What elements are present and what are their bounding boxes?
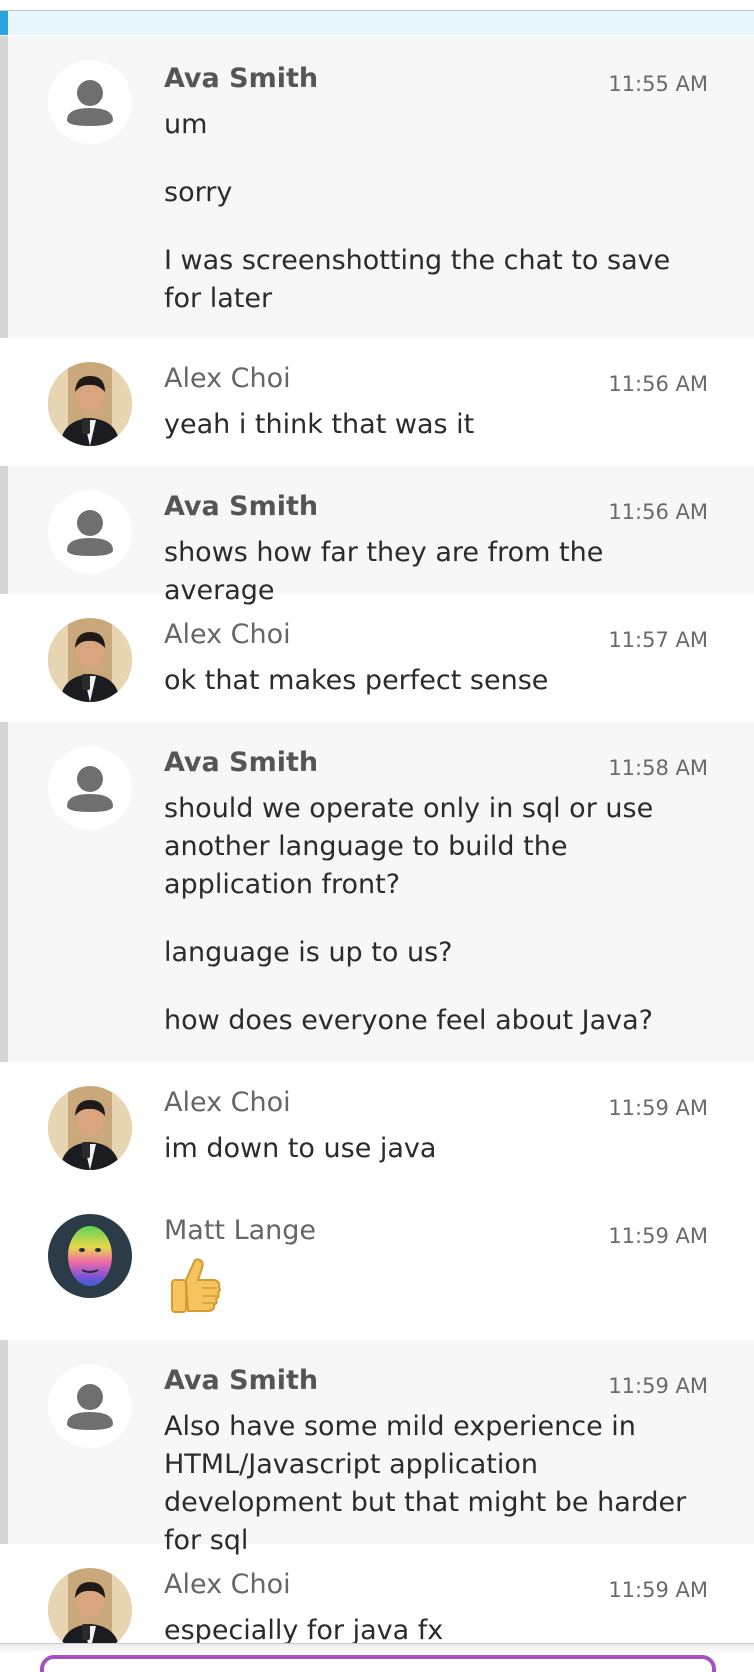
- message-ava-1[interactable]: Ava Smith 11:55 AM um sorry I was screen…: [0, 36, 754, 338]
- message-matt-1[interactable]: Matt Lange 11:59 AM: [0, 1190, 754, 1340]
- message-text: um: [164, 109, 208, 140]
- message-alex-4[interactable]: Alex Choi 11:59 AM especially for java f…: [0, 1544, 754, 1644]
- avatar[interactable]: [48, 1364, 132, 1448]
- alex-avatar-photo: [48, 1568, 132, 1644]
- thumbs-up-icon: [171, 1258, 221, 1313]
- alex-avatar-photo: [48, 618, 132, 702]
- avatar[interactable]: [48, 1568, 132, 1644]
- avatar[interactable]: [48, 618, 132, 702]
- message-text: should we operate only in sql or use ano…: [164, 793, 654, 900]
- message-text: im down to use java: [164, 1133, 437, 1164]
- message-text: language is up to us?: [164, 937, 453, 968]
- sender-name[interactable]: Ava Smith: [164, 62, 318, 96]
- person-icon: [67, 766, 113, 812]
- avatar[interactable]: [48, 746, 132, 830]
- timestamp: 11:56 AM: [608, 500, 708, 524]
- message-alex-2[interactable]: Alex Choi 11:57 AM ok that makes perfect…: [0, 594, 754, 722]
- sender-name[interactable]: Alex Choi: [164, 362, 291, 396]
- top-strip: [0, 0, 754, 36]
- sender-name[interactable]: Ava Smith: [164, 490, 318, 524]
- alex-avatar-photo: [48, 1086, 132, 1170]
- message-text: ok that makes perfect sense: [164, 665, 549, 696]
- timestamp: 11:59 AM: [608, 1578, 708, 1602]
- avatar[interactable]: [48, 60, 132, 144]
- message-text: sorry: [164, 177, 233, 208]
- person-icon: [67, 80, 113, 126]
- message-text: Also have some mild experience in HTML/J…: [164, 1411, 687, 1556]
- composer-shadow: [0, 1644, 754, 1654]
- timestamp: 11:59 AM: [608, 1096, 708, 1120]
- message-ava-2[interactable]: Ava Smith 11:56 AM shows how far they ar…: [0, 466, 754, 606]
- message-alex-3[interactable]: Alex Choi 11:59 AM im down to use java: [0, 1062, 754, 1190]
- person-icon: [67, 510, 113, 556]
- sender-name[interactable]: Ava Smith: [164, 1364, 318, 1398]
- sender-name[interactable]: Ava Smith: [164, 746, 318, 780]
- message-composer[interactable]: [40, 1655, 716, 1672]
- timestamp: 11:59 AM: [608, 1224, 708, 1248]
- timestamp: 11:57 AM: [608, 628, 708, 652]
- sender-name[interactable]: Alex Choi: [164, 1086, 291, 1120]
- person-icon: [67, 1384, 113, 1430]
- message-text: especially for java fx: [164, 1615, 444, 1644]
- unread-accent: [0, 11, 8, 35]
- timestamp: 11:59 AM: [608, 1374, 708, 1398]
- timestamp: 11:55 AM: [608, 72, 708, 96]
- avatar[interactable]: [48, 490, 132, 574]
- unread-banner: [0, 11, 754, 35]
- message-ava-3[interactable]: Ava Smith 11:58 AM should we operate onl…: [0, 722, 754, 1062]
- timestamp: 11:58 AM: [608, 756, 708, 780]
- message-text: I was screenshotting the chat to save fo…: [164, 245, 671, 314]
- avatar[interactable]: [48, 362, 132, 446]
- sender-name[interactable]: Matt Lange: [164, 1214, 316, 1248]
- message-text: yeah i think that was it: [164, 409, 475, 440]
- avatar[interactable]: [48, 1214, 132, 1298]
- message-alex-1[interactable]: Alex Choi 11:56 AM yeah i think that was…: [0, 338, 754, 466]
- timestamp: 11:56 AM: [608, 372, 708, 396]
- alex-avatar-photo: [48, 362, 132, 446]
- sender-name[interactable]: Alex Choi: [164, 1568, 291, 1602]
- message-ava-4[interactable]: Ava Smith 11:59 AM Also have some mild e…: [0, 1340, 754, 1556]
- sender-name[interactable]: Alex Choi: [164, 618, 291, 652]
- message-text: how does everyone feel about Java?: [164, 1005, 653, 1036]
- matt-avatar-photo: [48, 1214, 132, 1298]
- avatar[interactable]: [48, 1086, 132, 1170]
